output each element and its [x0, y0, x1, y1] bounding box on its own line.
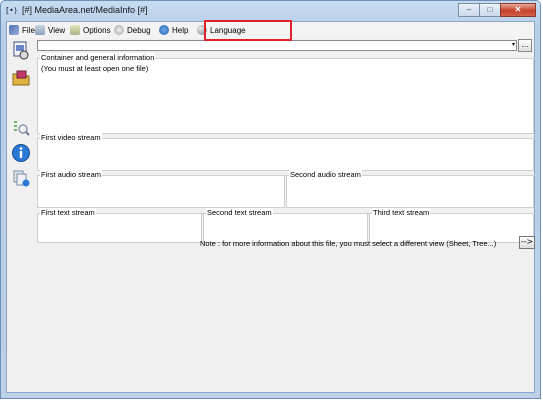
info-content: Container and general information (You m…: [35, 53, 535, 392]
open-folder-icon[interactable]: [11, 68, 31, 88]
view-sidebar: [8, 38, 34, 392]
menu-view[interactable]: View: [35, 24, 65, 36]
browse-button[interactable]: ...: [518, 39, 532, 52]
menu-view-label: View: [48, 25, 66, 35]
options-icon: [70, 25, 80, 35]
open-file-icon[interactable]: [11, 40, 31, 60]
audio-stream-2-label: Second audio stream: [289, 170, 362, 179]
general-info-text: (You must at least open one file): [41, 64, 149, 73]
help-icon: [159, 25, 169, 35]
debug-icon: [114, 25, 124, 35]
menu-file[interactable]: File: [9, 24, 35, 36]
export-icon[interactable]: [11, 168, 31, 188]
menu-debug[interactable]: Debug: [114, 24, 151, 36]
menu-debug-label: Debug: [127, 25, 151, 35]
general-info-panel: Container and general information (You m…: [37, 53, 535, 134]
general-info-label: Container and general information: [40, 53, 156, 62]
app-icon: [•): [6, 6, 17, 15]
client-area: File View Options Debug Help Language ▾ …: [6, 21, 535, 393]
close-button[interactable]: ✕: [500, 3, 536, 17]
video-stream-panel: First video stream: [37, 133, 535, 171]
language-highlight-box: [204, 20, 292, 41]
sheet-view-icon[interactable]: [11, 118, 31, 138]
menu-help-label: Help: [172, 25, 189, 35]
view-icon: [35, 25, 45, 35]
minimize-button[interactable]: ‒: [458, 3, 480, 17]
app-window: [•) [#] MediaArea.net/MediaInfo [#] ‒ □ …: [0, 0, 541, 399]
menu-options[interactable]: Options: [70, 24, 111, 36]
chevron-down-icon[interactable]: ▾: [512, 41, 515, 50]
window-title: [#] MediaArea.net/MediaInfo [#]: [22, 5, 148, 15]
text-stream-1-label: First text stream: [40, 208, 96, 217]
info-icon[interactable]: [11, 143, 31, 163]
audio-stream-1-panel: First audio stream: [37, 170, 286, 208]
text-stream-2-label: Second text stream: [206, 208, 273, 217]
window-controls: ‒ □ ✕: [458, 3, 536, 17]
menu-options-label: Options: [83, 25, 111, 35]
next-view-button[interactable]: -->: [519, 236, 535, 249]
audio-stream-1-label: First audio stream: [40, 170, 103, 179]
view-hint-note: Note : for more information about this f…: [200, 239, 497, 248]
audio-stream-2-panel: Second audio stream: [286, 170, 535, 208]
maximize-button[interactable]: □: [479, 3, 501, 17]
menu-help[interactable]: Help: [159, 24, 188, 36]
file-icon: [9, 25, 19, 35]
text-stream-3-label: Third text stream: [372, 208, 431, 217]
menu-file-label: File: [22, 25, 35, 35]
video-stream-label: First video stream: [40, 133, 102, 142]
file-selector-combo[interactable]: ▾: [37, 40, 517, 51]
text-stream-1-panel: First text stream: [37, 208, 203, 243]
title-bar[interactable]: [•) [#] MediaArea.net/MediaInfo [#] ‒ □ …: [1, 1, 542, 21]
